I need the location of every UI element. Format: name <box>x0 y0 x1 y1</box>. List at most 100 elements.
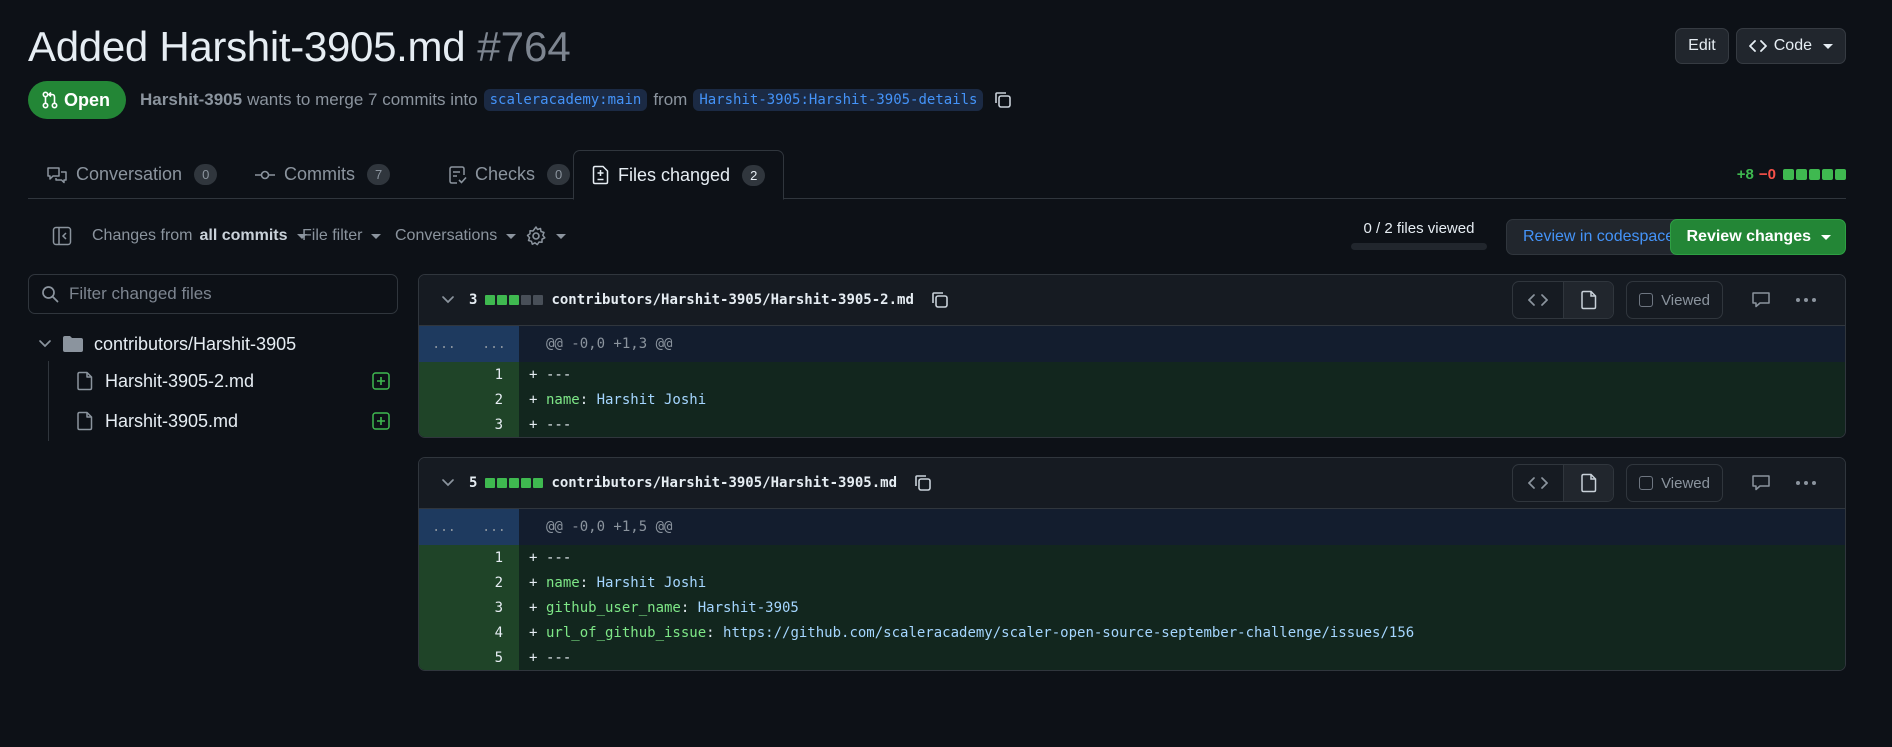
kebab-horizontal-icon[interactable] <box>1795 480 1817 486</box>
viewed-checkbox[interactable]: Viewed <box>1626 464 1723 502</box>
diff-file: 3 contributors/Harshit-3905/Harshit-3905… <box>418 274 1846 438</box>
pr-tabs: Conversation 0 Commits 7 Checks 0 Files … <box>28 150 1846 200</box>
view-mode-toggle <box>1512 464 1615 502</box>
tab-label: Commits <box>284 164 355 184</box>
line-number[interactable]: 5 <box>419 645 519 670</box>
file-filter-dropdown[interactable]: File filter <box>302 216 382 256</box>
yaml-key: name <box>546 391 580 408</box>
copy-icon[interactable] <box>930 290 950 310</box>
author-link[interactable]: Harshit-3905 <box>140 90 242 110</box>
line-number[interactable]: 2 <box>419 387 519 412</box>
review-changes-button[interactable]: Review changes <box>1669 219 1846 255</box>
diff-line: 1 + --- <box>419 545 1845 570</box>
filter-files-input[interactable] <box>69 284 389 304</box>
diff-line: 4 + url_of_github_issue: https://github.c… <box>419 620 1845 645</box>
code-button-label: Code <box>1773 37 1812 54</box>
copy-icon[interactable] <box>913 473 933 493</box>
chevron-down-icon[interactable] <box>441 295 455 305</box>
view-mode-toggle <box>1512 281 1615 319</box>
viewed-label: Viewed <box>1661 474 1710 492</box>
line-number[interactable]: 1 <box>419 545 519 570</box>
yaml-colon: : <box>579 391 597 408</box>
tab-checks[interactable]: Checks 0 <box>431 150 588 199</box>
review-in-codespace-button[interactable]: Review in codespace <box>1506 219 1692 255</box>
line-number[interactable]: 3 <box>419 412 519 437</box>
added-marker: + <box>529 391 538 408</box>
comment-icon[interactable] <box>1751 474 1771 492</box>
yaml-key: name <box>546 574 580 591</box>
diffstat-blocks <box>1783 169 1846 180</box>
file-added-icon <box>372 372 390 390</box>
toggle-file-tree-button[interactable] <box>52 216 72 256</box>
line-number[interactable]: 3 <box>419 595 519 620</box>
viewed-label: Viewed <box>1661 291 1710 309</box>
tab-label: Files changed <box>618 164 731 185</box>
diff-toolbar: Changes from all commits File filter Con… <box>28 216 1846 256</box>
diffstat-blocks <box>485 295 544 305</box>
file-path[interactable]: contributors/Harshit-3905/Harshit-3905.m… <box>551 475 897 491</box>
edit-button[interactable]: Edit <box>1675 28 1729 64</box>
tree-file-list: Harshit-3905-2.md Harshit-3905.md <box>48 361 398 441</box>
file-path[interactable]: contributors/Harshit-3905/Harshit-3905-2… <box>551 292 913 308</box>
code-text: --- <box>546 549 572 566</box>
line-number[interactable]: 2 <box>419 570 519 595</box>
pr-meta: Open Harshit-3905 wants to merge 7 commi… <box>28 81 1013 119</box>
source-diff-button[interactable] <box>1513 465 1563 501</box>
rich-diff-button[interactable] <box>1563 465 1614 501</box>
sidebar-collapse-icon <box>52 226 72 246</box>
copy-icon[interactable] <box>993 90 1013 110</box>
additions-count: +8 <box>1736 166 1754 183</box>
diff-file-header: 5 contributors/Harshit-3905/Harshit-3905… <box>419 458 1845 509</box>
search-icon <box>41 285 59 303</box>
from-text: from <box>653 90 688 109</box>
files-viewed-bar <box>1351 243 1487 250</box>
status-label: Open <box>64 89 111 110</box>
chevron-down-icon <box>506 233 517 239</box>
added-marker: + <box>529 649 538 666</box>
git-commit-icon <box>254 168 276 182</box>
comment-icon[interactable] <box>1751 291 1771 309</box>
changes-from-dropdown[interactable]: Changes from all commits <box>92 216 307 256</box>
tree-file-item[interactable]: Harshit-3905.md <box>49 401 398 441</box>
line-number[interactable]: 1 <box>419 362 519 387</box>
diff-file: 5 contributors/Harshit-3905/Harshit-3905… <box>418 457 1846 671</box>
comment-discussion-icon <box>46 166 68 184</box>
source-diff-button[interactable] <box>1513 282 1563 318</box>
tree-file-label: Harshit-3905.md <box>105 410 239 431</box>
expand-lines-button[interactable]: ... ... <box>419 509 519 545</box>
code-button[interactable]: Code <box>1735 28 1846 64</box>
conversations-label: Conversations <box>395 227 498 244</box>
file-actions: Viewed <box>1512 464 1829 502</box>
tab-conversation[interactable]: Conversation 0 <box>28 150 235 199</box>
folder-icon <box>62 335 84 353</box>
diff-line: 2 + name: Harshit Joshi <box>419 570 1845 595</box>
tree-directory[interactable]: contributors/Harshit-3905 <box>28 327 398 361</box>
code-icon <box>1528 293 1549 307</box>
diff-line: 1 + --- <box>419 362 1845 387</box>
review-in-codespace-label: Review in codespace <box>1523 228 1675 245</box>
file-tree: contributors/Harshit-3905 Harshit-3905-2… <box>28 327 398 441</box>
kebab-horizontal-icon[interactable] <box>1795 297 1817 303</box>
status-badge: Open <box>28 81 127 119</box>
code-icon <box>1748 39 1767 53</box>
tree-file-item[interactable]: Harshit-3905-2.md <box>49 361 398 401</box>
viewed-checkbox[interactable]: Viewed <box>1626 281 1723 319</box>
code-icon <box>1528 476 1549 490</box>
directory-label: contributors/Harshit-3905 <box>94 333 297 354</box>
checkbox-icon <box>1639 476 1654 490</box>
filter-files-field[interactable] <box>28 274 398 314</box>
chevron-down-icon[interactable] <box>441 478 455 488</box>
head-branch[interactable]: Harshit-3905:Harshit-3905-details <box>693 89 984 111</box>
line-number[interactable]: 4 <box>419 620 519 645</box>
yaml-key: url_of_github_issue <box>546 624 707 641</box>
diff-line-count: 3 <box>469 292 478 308</box>
added-marker: + <box>529 599 538 616</box>
base-branch[interactable]: scaleracademy:main <box>483 89 648 111</box>
diff-settings-button[interactable] <box>525 216 566 256</box>
expand-lines-button[interactable]: ... ... <box>419 326 519 362</box>
tab-files-changed[interactable]: Files changed 2 <box>573 150 785 200</box>
conversations-dropdown[interactable]: Conversations <box>395 216 517 256</box>
tab-commits[interactable]: Commits 7 <box>236 150 408 199</box>
rich-diff-button[interactable] <box>1563 282 1614 318</box>
hunk-header: ... ... @@ -0,0 +1,5 @@ <box>419 509 1845 545</box>
